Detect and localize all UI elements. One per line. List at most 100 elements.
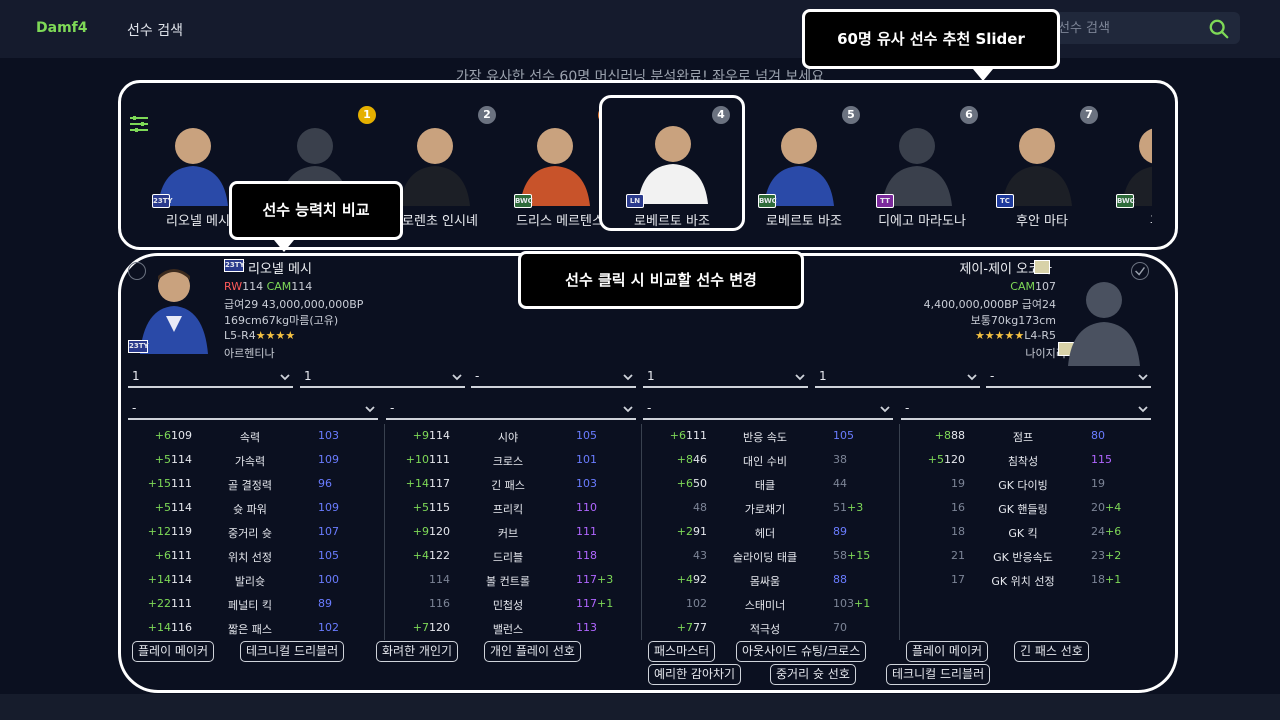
right-stat-value: 19: [1091, 477, 1105, 490]
trait-tag: 긴 패스 선호: [1014, 641, 1089, 662]
stat-row: +9114 시야 105: [386, 429, 638, 453]
nav-player-search-link[interactable]: 선수 검색: [127, 20, 183, 40]
left-stat-value: +5120: [927, 453, 965, 466]
player-portrait: [992, 114, 1082, 206]
left-season-badge: 23TY: [128, 340, 149, 353]
stat-name: 골 결정력: [228, 479, 272, 492]
brand-logo[interactable]: Damf4: [36, 20, 88, 36]
stat-filter-select[interactable]: 1: [128, 368, 293, 388]
player-portrait: [390, 114, 480, 206]
stat-row: +291 헤더 89: [643, 525, 895, 549]
search-input[interactable]: [1058, 18, 1198, 38]
player-name: 로베르토 바조: [634, 214, 710, 229]
chevron-down-icon: [1137, 403, 1149, 413]
left-stat-value: +14114: [147, 573, 192, 586]
left-stat-value: +22111: [147, 597, 192, 610]
stat-name: 위치 선정: [228, 551, 272, 564]
player-portrait: [872, 114, 962, 206]
stat-group-select[interactable]: -: [901, 400, 1151, 420]
right-player-flag-icon: [1034, 260, 1050, 274]
callout-compare: 선수 능력치 비교: [229, 181, 403, 252]
stat-name: 슬라이딩 태클: [732, 551, 798, 564]
season-badge: BWC: [514, 194, 533, 208]
stat-name: 태클: [754, 479, 776, 492]
stat-filter-select[interactable]: 1: [643, 368, 808, 388]
stat-row: +492 몸싸움 88: [643, 573, 895, 597]
right-stat-value: 105: [318, 549, 339, 562]
left-player-salary-price: 급여29 43,000,000,000BP: [224, 298, 364, 311]
slider-player-card[interactable]: BWC 후안: [1102, 104, 1152, 230]
stat-name: 프리킥: [492, 503, 524, 516]
right-stat-value: 103+1: [833, 597, 871, 610]
season-badge: TT: [876, 194, 894, 208]
left-name-season-badge: 23TY: [224, 259, 245, 272]
left-stat-value: 43: [693, 549, 707, 562]
rank-badge: 4: [712, 106, 730, 124]
slider-player-card[interactable]: 4 LN 로베르토 바조: [599, 95, 745, 231]
left-stat-value: +9120: [412, 525, 450, 538]
stat-name: 긴 패스: [491, 479, 525, 492]
right-stat-value: 105: [833, 429, 854, 442]
right-stat-value: 103: [576, 477, 597, 490]
trait-tag: 화려한 개인기: [376, 641, 459, 662]
stat-filter-select[interactable]: 1: [300, 368, 465, 388]
stat-name: GK 핸들링: [998, 503, 1048, 516]
stat-name: 밸런스: [492, 623, 524, 636]
left-stat-value: +14117: [405, 477, 450, 490]
right-player-position: CAM107: [1010, 280, 1056, 293]
chevron-down-icon: [279, 371, 291, 381]
stat-group-select[interactable]: -: [128, 400, 378, 420]
search-icon[interactable]: [1208, 18, 1230, 40]
slider-player-card[interactable]: 7 TC 후안 마타: [982, 104, 1102, 230]
stat-row: +6111 반응 속도 105: [643, 429, 895, 453]
stat-filter-select[interactable]: -: [986, 368, 1151, 388]
stat-group-select[interactable]: -: [386, 400, 636, 420]
left-stat-value: +10111: [405, 453, 450, 466]
stat-group-select[interactable]: -: [643, 400, 893, 420]
left-stat-value: +4122: [412, 549, 450, 562]
player-name: 후안 마타: [1016, 214, 1068, 229]
stat-name: 적극성: [749, 623, 781, 636]
stat-name: 점프: [1012, 431, 1034, 444]
left-stat-value: 19: [951, 477, 965, 490]
stat-filter-select[interactable]: -: [471, 368, 636, 388]
chevron-down-icon: [451, 371, 463, 381]
stat-row: +14114 발리슛 100: [128, 573, 380, 597]
left-stat-value: 17: [951, 573, 965, 586]
stats-divider: [384, 424, 385, 640]
stat-row: 116 민첩성 117+1: [386, 597, 638, 621]
left-player-name[interactable]: 리오넬 메시: [248, 258, 312, 277]
left-stat-value: +14116: [147, 621, 192, 634]
stat-row: 102 스태미너 103+1: [643, 597, 895, 621]
stat-name: 가로채기: [744, 503, 786, 516]
stat-name: 중거리 슛: [228, 527, 272, 540]
right-stat-value: 88: [833, 573, 847, 586]
stat-name: 반응 속도: [743, 431, 787, 444]
stat-name: 시야: [497, 431, 519, 444]
stat-row: +6111 위치 선정 105: [128, 549, 380, 573]
stat-name: 가속력: [234, 455, 266, 468]
stat-row: 48 가로채기 51+3: [643, 501, 895, 525]
left-stat-value: 114: [429, 573, 450, 586]
right-stat-value: 100: [318, 573, 339, 586]
stat-name: 볼 컨트롤: [486, 575, 530, 588]
stat-name: 페널티 킥: [228, 599, 272, 612]
stat-row: +9120 커브 111: [386, 525, 638, 549]
right-select-circle[interactable]: [1131, 262, 1149, 280]
trait-tag: 플레이 메이커: [132, 641, 215, 662]
right-stat-value: 103: [318, 429, 339, 442]
stat-name: GK 반응속도: [993, 551, 1053, 564]
stat-filter-select[interactable]: 1: [815, 368, 980, 388]
right-stat-value: 58+15: [833, 549, 871, 562]
slider-player-card[interactable]: 5 BWC 로베르토 바조: [744, 104, 864, 230]
left-stat-value: +7120: [412, 621, 450, 634]
slider-player-card[interactable]: 6 TT 디에고 마라도나: [862, 104, 982, 230]
right-stat-value: 110: [576, 501, 597, 514]
rank-badge: 6: [960, 106, 978, 124]
rank-badge: 1: [358, 106, 376, 124]
right-stat-value: 44: [833, 477, 847, 490]
stats-divider: [899, 424, 900, 640]
stat-row: 17 GK 위치 선정 18+1: [901, 573, 1153, 597]
season-badge: BWC: [758, 194, 777, 208]
right-stat-value: 109: [318, 501, 339, 514]
